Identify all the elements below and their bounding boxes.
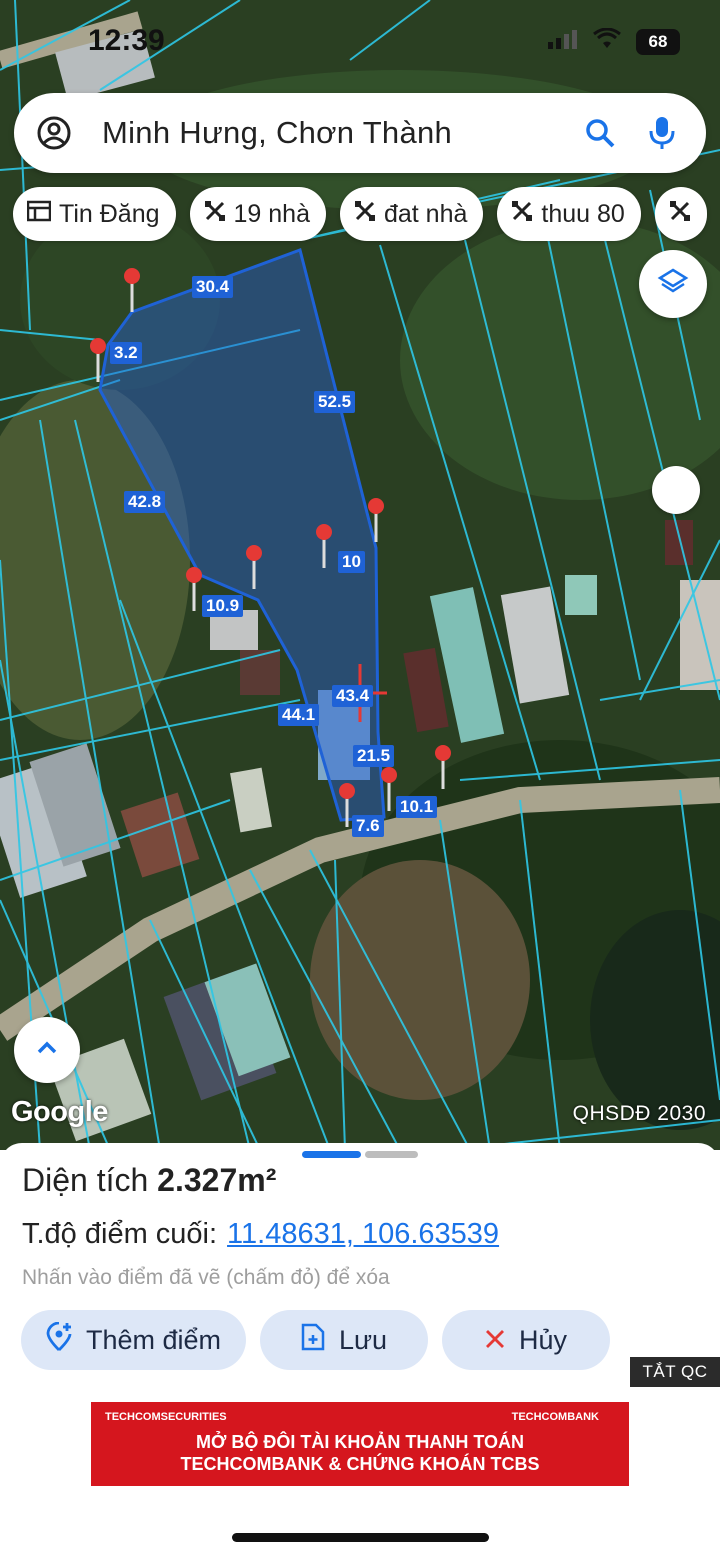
file-add-icon	[301, 1323, 325, 1358]
chip-label: 19 nhà	[233, 199, 310, 228]
chip-label: Tin Đăng	[59, 199, 160, 228]
status-bar: 12:39 68	[0, 0, 720, 88]
news-icon	[26, 200, 52, 229]
google-attribution: Google	[11, 1096, 108, 1128]
hide-ads-button[interactable]: TẮT QC	[630, 1357, 720, 1387]
area-value: 2.327m²	[157, 1162, 277, 1198]
chip-tin-dang[interactable]: Tin Đăng	[13, 187, 176, 241]
sheet-handle[interactable]	[302, 1151, 361, 1158]
chip-label: đat nhà	[383, 199, 468, 228]
coordinate-summary: T.độ điểm cuối: 11.48631, 106.63539	[22, 1218, 499, 1251]
edge-label: 10.1	[396, 796, 438, 818]
close-icon	[485, 1325, 505, 1356]
microphone-icon[interactable]	[642, 113, 682, 153]
wifi-icon	[592, 27, 622, 55]
map-handle[interactable]	[652, 466, 700, 514]
edge-label: 21.5	[353, 745, 395, 767]
edge-label: 10	[338, 551, 365, 573]
add-point-button[interactable]: Thêm điểm	[21, 1310, 246, 1370]
ad-banner[interactable]: TECHCOMSECURITIES TECHCOMBANK MỞ BỘ ĐÔI …	[91, 1402, 629, 1486]
tools-icon	[354, 200, 376, 229]
tools-icon	[204, 200, 226, 229]
tools-icon	[511, 200, 533, 229]
home-indicator[interactable]	[232, 1533, 489, 1542]
search-icon[interactable]	[580, 113, 620, 153]
search-input[interactable]: Minh Hưng, Chơn Thành	[102, 115, 580, 151]
chip-more[interactable]	[654, 187, 707, 241]
coordinate-link[interactable]: 11.48631, 106.63539	[227, 1218, 499, 1250]
hint-text: Nhấn vào điểm đã vẽ (chấm đỏ) để xóa	[22, 1266, 390, 1289]
layers-icon	[657, 266, 689, 303]
add-point-label: Thêm điểm	[85, 1324, 222, 1355]
cancel-button[interactable]: Hủy	[442, 1310, 610, 1370]
edge-label: 44.1	[278, 704, 320, 726]
account-icon[interactable]	[36, 115, 72, 151]
save-label: Lưu	[338, 1324, 388, 1355]
layers-button[interactable]	[639, 250, 707, 318]
tools-icon	[669, 200, 691, 229]
signal-icon	[548, 29, 578, 54]
chip-19-nha[interactable]: 19 nhà	[189, 187, 326, 241]
status-time: 12:39	[88, 24, 165, 57]
chip-dat-nha[interactable]: đat nhà	[339, 187, 484, 241]
cancel-label: Hủy	[518, 1324, 567, 1355]
edge-label: 3.2	[110, 342, 142, 364]
filter-chips: Tin Đăng 19 nhà đat nhà thuu 80	[13, 187, 707, 241]
edge-label: 52.5	[314, 391, 356, 413]
ad-brand-right: TECHCOMBANK	[511, 1411, 599, 1423]
map-view[interactable]: 30.4 3.2 52.5 42.8 10 10.9 43.4 44.1 21.…	[0, 0, 720, 1150]
search-bar[interactable]: Minh Hưng, Chơn Thành	[14, 93, 706, 173]
ad-brand-left: TECHCOMSECURITIES	[105, 1411, 227, 1423]
save-button[interactable]: Lưu	[260, 1310, 428, 1370]
area-label: Diện tích	[22, 1162, 149, 1198]
edge-label: 30.4	[192, 276, 234, 298]
map-layer-label: QHSDĐ 2030	[572, 1102, 706, 1125]
edge-label: 10.9	[202, 595, 244, 617]
add-location-icon	[46, 1321, 72, 1359]
ad-subline: TECHCOMBANK & CHỨNG KHOÁN TCBS	[180, 1454, 540, 1474]
expand-button[interactable]	[14, 1017, 80, 1083]
edge-label: 42.8	[124, 491, 166, 513]
edge-label: 7.6	[352, 815, 384, 837]
chip-label: thuu 80	[541, 199, 625, 228]
chip-thuu-80[interactable]: thuu 80	[497, 187, 641, 241]
action-buttons: Thêm điểm Lưu Hủy	[21, 1310, 610, 1370]
area-summary: Diện tích 2.327m²	[22, 1162, 276, 1199]
ad-headline: MỞ BỘ ĐÔI TÀI KHOẢN THANH TOÁN	[195, 1432, 524, 1452]
coordinate-label: T.độ điểm cuối:	[22, 1218, 218, 1250]
edge-label: 43.4	[332, 685, 374, 707]
battery-indicator: 68	[636, 28, 680, 55]
sheet-handle-secondary[interactable]	[365, 1151, 418, 1158]
chevron-up-icon	[36, 1041, 58, 1060]
